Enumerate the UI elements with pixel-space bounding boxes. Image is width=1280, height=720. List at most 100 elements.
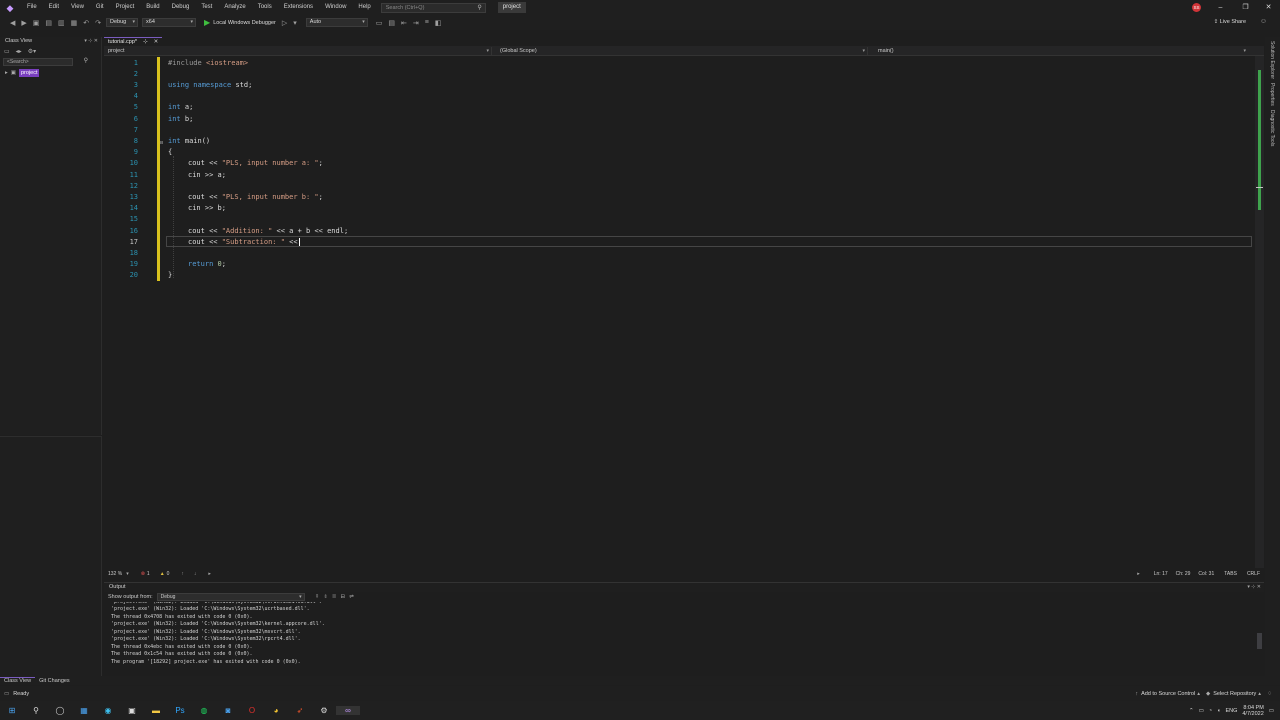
project-dropdown[interactable]: project: [104, 46, 492, 55]
menu-help[interactable]: Help: [352, 0, 376, 15]
menu-build[interactable]: Build: [140, 0, 165, 15]
settings-icon[interactable]: ⚙▾: [28, 48, 36, 55]
warning-icon[interactable]: ▲: [160, 571, 165, 577]
line-indicator[interactable]: Ln: 17: [1154, 571, 1168, 577]
tab-class-view[interactable]: Class View: [0, 677, 36, 684]
code-editor[interactable]: ⊟ 1 #include <iostream> 2 3 using namesp…: [104, 56, 1254, 568]
indent-mode[interactable]: TABS: [1224, 571, 1237, 577]
find-message-icon[interactable]: ⇞: [315, 594, 320, 600]
add-to-source-control[interactable]: Add to Source Control: [1141, 691, 1195, 697]
chevron-up-icon[interactable]: ⌃: [1189, 708, 1194, 714]
photoshop-icon[interactable]: Ps: [168, 706, 192, 715]
error-icon[interactable]: ⊗: [141, 571, 145, 577]
tab-tutorial-cpp[interactable]: tutorial.cpp* ⊹ ✕: [104, 37, 163, 46]
menu-analyze[interactable]: Analyze: [218, 0, 251, 15]
save-icon[interactable]: ▥: [55, 19, 68, 27]
word-wrap-icon[interactable]: ⇌: [349, 594, 354, 600]
file-explorer-icon[interactable]: ▬: [144, 706, 168, 715]
language-indicator[interactable]: ENG: [1225, 708, 1237, 714]
settings-icon[interactable]: ⚙: [312, 706, 336, 715]
notification-icon[interactable]: ▭: [1269, 708, 1274, 714]
pin-icon[interactable]: ⊹: [143, 38, 148, 46]
close-button[interactable]: ✕: [1256, 0, 1280, 15]
next-issue-icon[interactable]: ↓: [194, 571, 197, 577]
menu-test[interactable]: Test: [195, 0, 218, 15]
mode-dropdown[interactable]: Auto: [305, 18, 368, 27]
tab-git-changes[interactable]: Git Changes: [35, 678, 74, 684]
select-repository[interactable]: Select Repository: [1213, 691, 1256, 697]
col-indicator[interactable]: Col: 31: [1198, 571, 1214, 577]
char-indicator[interactable]: Ch: 29: [1176, 571, 1191, 577]
start-debugging-icon[interactable]: ▶: [198, 18, 213, 27]
class-view-search-input[interactable]: <Search> ⚲: [3, 58, 88, 66]
source-control-icon[interactable]: ↑: [1135, 691, 1138, 697]
editor-vertical-scrollbar[interactable]: [1255, 56, 1264, 568]
windows-start-icon[interactable]: ⊞: [0, 706, 24, 715]
start-without-debugging-icon[interactable]: ▷: [276, 19, 290, 27]
save-all-icon[interactable]: ▦: [68, 19, 81, 27]
output-scrollbar[interactable]: [1257, 633, 1262, 649]
menu-extensions[interactable]: Extensions: [278, 0, 319, 15]
app-icon[interactable]: ➶: [288, 706, 312, 715]
search-icon[interactable]: ⚲: [84, 58, 88, 64]
back-icon[interactable]: ◀: [0, 19, 18, 27]
opera-icon[interactable]: O: [240, 706, 264, 715]
menu-tools[interactable]: Tools: [252, 0, 278, 15]
previous-issue-icon[interactable]: ↑: [181, 571, 184, 577]
line-ending[interactable]: CRLF: [1247, 571, 1260, 577]
member-dropdown[interactable]: main(): [868, 47, 1248, 55]
repository-icon[interactable]: ◆: [1206, 691, 1210, 697]
clock[interactable]: 8:04 PM 4/7/2022: [1242, 705, 1263, 717]
output-source-dropdown[interactable]: Debug: [156, 593, 305, 601]
dropdown-arrow-icon[interactable]: ▾: [290, 19, 300, 27]
panel-controls-icon[interactable]: ▾ ⊹ ✕: [1247, 583, 1261, 592]
spotify-icon[interactable]: ◍: [192, 706, 216, 715]
widgets-icon[interactable]: ▦: [72, 706, 96, 715]
configuration-dropdown[interactable]: Debug: [106, 18, 139, 27]
live-share-button[interactable]: ⇪ Live Share: [1214, 15, 1246, 30]
search-icon[interactable]: ⚲: [24, 706, 48, 715]
battery-icon[interactable]: ▭: [1199, 708, 1204, 714]
layout-icon[interactable]: ▭: [370, 19, 386, 27]
chevron-up-icon[interactable]: ▴: [1258, 691, 1261, 697]
minimize-button[interactable]: –: [1208, 0, 1233, 15]
open-icon[interactable]: ▤: [42, 19, 55, 27]
forward-icon[interactable]: ▶: [18, 19, 29, 27]
menu-edit[interactable]: Edit: [43, 0, 65, 15]
next-message-icon[interactable]: ≣: [332, 594, 337, 600]
menu-file[interactable]: File: [21, 0, 43, 15]
debugger-label[interactable]: Local Windows Debugger: [213, 20, 276, 26]
outdent-icon[interactable]: ⇥: [410, 19, 422, 27]
zoom-level[interactable]: 132 %: [108, 571, 122, 577]
undo-icon[interactable]: ↶: [80, 19, 92, 27]
panel-controls-icon[interactable]: ▾ ⊹ ✕: [84, 37, 98, 46]
menu-window[interactable]: Window: [319, 0, 352, 15]
filter-dropdown-icon[interactable]: ▸: [208, 571, 211, 577]
edge-icon[interactable]: ◉: [96, 706, 120, 715]
avatar[interactable]: SS: [1192, 3, 1201, 12]
menu-git[interactable]: Git: [90, 0, 110, 15]
platform-dropdown[interactable]: x64: [142, 18, 197, 27]
volume-icon[interactable]: ◖: [1217, 708, 1220, 714]
indent-icon[interactable]: ⇤: [398, 19, 410, 27]
feedback-icon[interactable]: ☺: [1257, 18, 1270, 25]
tree-item-project[interactable]: ▸ ▣ project: [0, 68, 101, 77]
properties-tab[interactable]: Properties: [1269, 83, 1275, 106]
diagnostic-tools-tab[interactable]: Diagnostic Tools: [1269, 110, 1275, 146]
new-folder-icon[interactable]: ▭: [4, 48, 10, 55]
menu-project[interactable]: Project: [110, 0, 141, 15]
store-icon[interactable]: ▣: [120, 706, 144, 715]
search-input[interactable]: Search (Ctrl+Q) ⚲: [380, 2, 486, 13]
prev-message-icon[interactable]: ⇟: [323, 594, 328, 600]
restore-button[interactable]: ❐: [1233, 0, 1258, 15]
expand-icon[interactable]: ▸: [5, 70, 8, 76]
new-project-icon[interactable]: ▣: [30, 19, 43, 27]
warning-count[interactable]: 0: [167, 571, 170, 577]
menu-view[interactable]: View: [65, 0, 90, 15]
bookmark-icon[interactable]: ◧: [432, 19, 445, 27]
task-view-icon[interactable]: ◯: [48, 706, 72, 715]
visual-studio-icon[interactable]: ∞: [336, 706, 360, 715]
layout-dropdown-icon[interactable]: ▤: [385, 19, 398, 27]
menu-debug[interactable]: Debug: [166, 0, 196, 15]
navigate-icon[interactable]: ◂▸: [16, 48, 22, 55]
